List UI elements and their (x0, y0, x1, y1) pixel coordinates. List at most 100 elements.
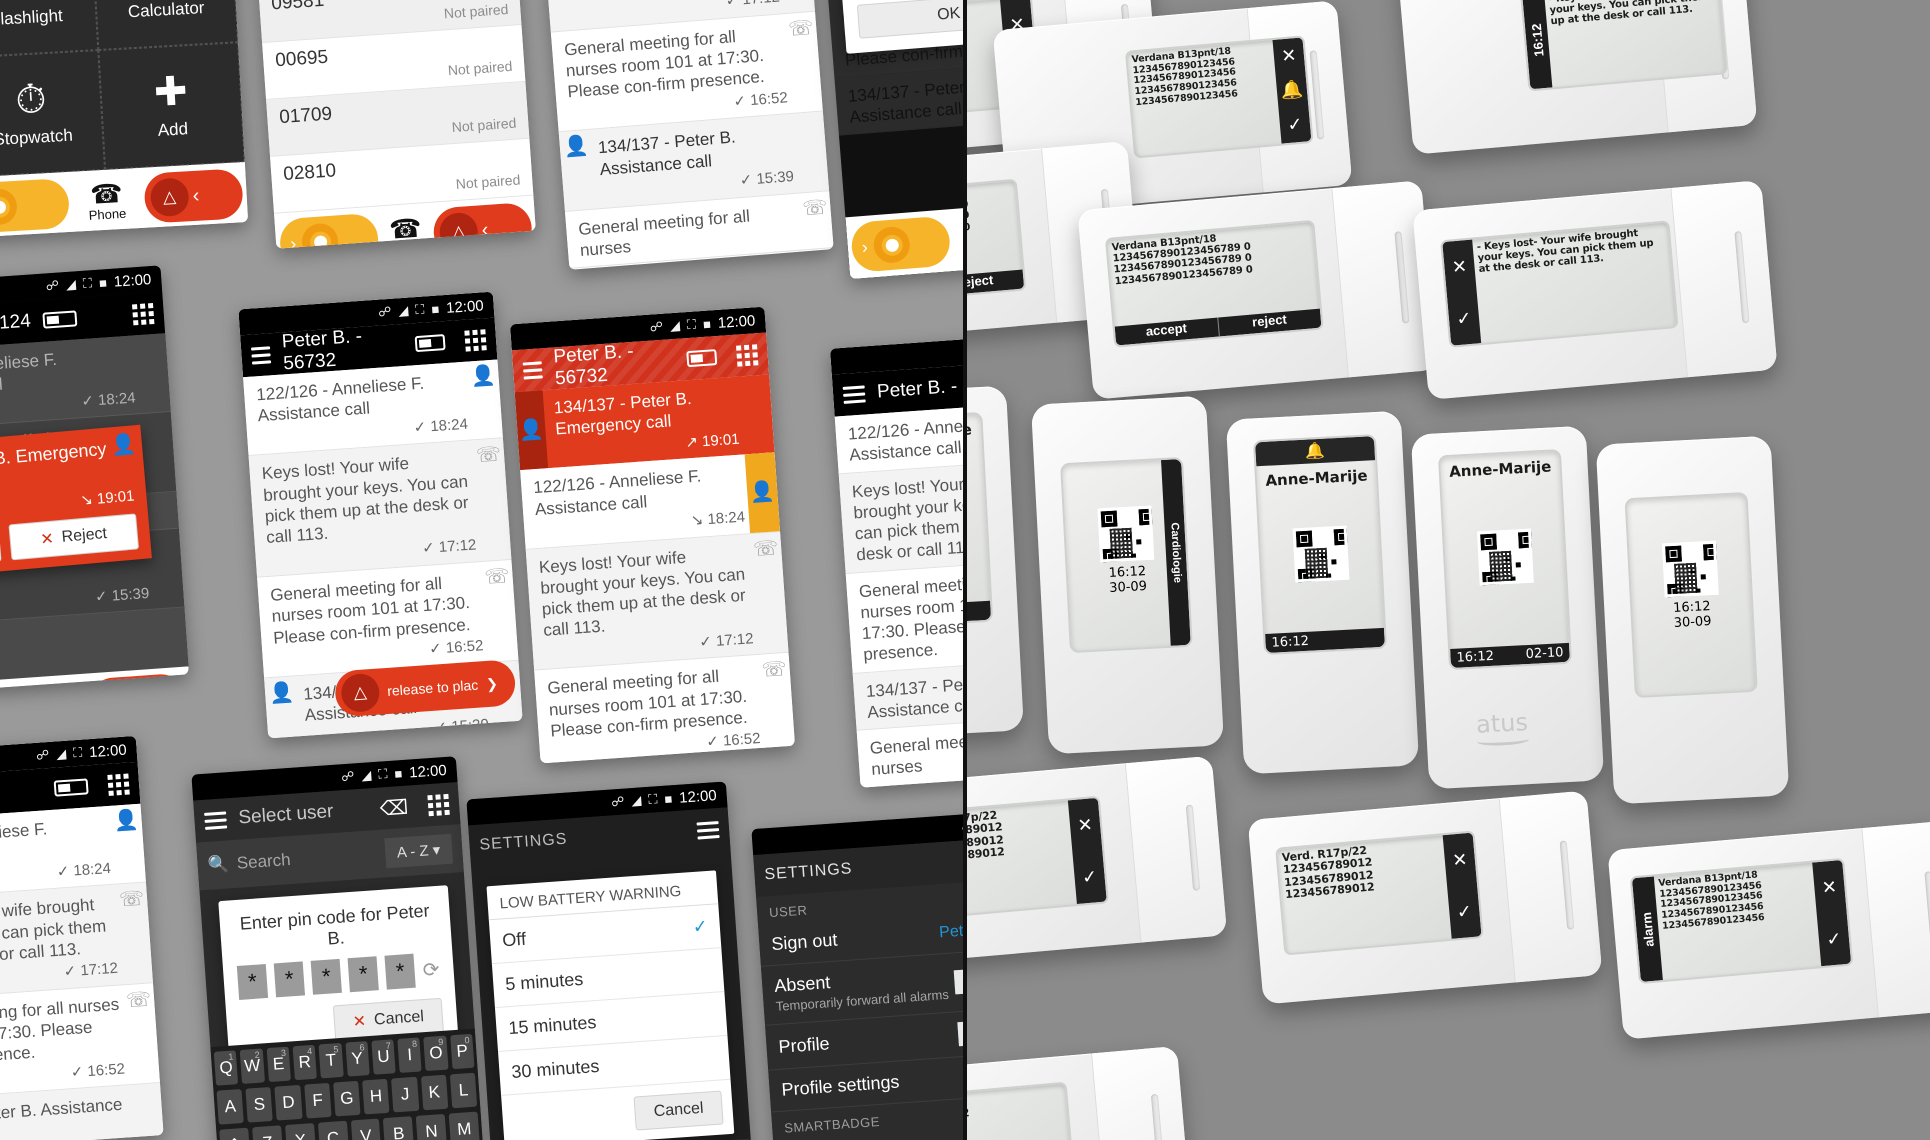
phone-peter-list-screen[interactable]: ☍ ◢ ⛶ ■ 12:00 Peter B. - 56732 122/126 -… (238, 291, 523, 739)
sort-dropdown[interactable]: A - Z ▾ (383, 833, 454, 869)
badge-display[interactable]: 16:12 30-09 (1624, 491, 1758, 699)
pager-display[interactable]: alarm Verdana B13pnt/18 1234567890123456… (1629, 857, 1854, 985)
badge-display[interactable]: Anne-Marije 16:12 02-10 (1437, 448, 1573, 671)
message-item[interactable]: Keys lost! Your wife brought your keys. … (525, 531, 789, 671)
keypad-icon[interactable] (131, 302, 155, 325)
badge-display[interactable]: 🔔 Anne-Marije 16:12 (1252, 433, 1388, 656)
key[interactable]: S (245, 1086, 274, 1123)
assistance-call-button[interactable]: › (278, 212, 380, 249)
key[interactable]: M (448, 1111, 480, 1140)
shift-key[interactable]: ⬆ (219, 1127, 251, 1140)
key[interactable]: F (303, 1082, 332, 1119)
key[interactable]: B (383, 1116, 415, 1140)
key[interactable]: K (420, 1074, 449, 1111)
pin-input[interactable]: * * * * * ⟳ (236, 952, 441, 1000)
check-icon[interactable]: ✓ (1456, 307, 1473, 329)
key[interactable]: A (216, 1088, 245, 1125)
message-item[interactable]: 134/137 - Peter B. Assistance call ✓ 15:… (0, 1083, 164, 1140)
pager-device[interactable]: ✕ ✓ - Keys lost- Your wife brought your … (1412, 180, 1778, 400)
pager-device[interactable]: Verd. R17p/22 123456789012 123456789012 … (1247, 790, 1603, 1005)
accept-button[interactable]: ✓ Accept (0, 525, 2, 573)
bell-icon[interactable]: 🔔 (1280, 79, 1304, 102)
assistance-call-button[interactable] (0, 177, 71, 234)
onscreen-keyboard[interactable]: 1Q 2W 3E 4R 5T 6Y 7U 8I 9O 0P A S D F G (210, 1028, 484, 1140)
assistance-call-button[interactable]: › (865, 787, 965, 788)
key[interactable]: 5T (318, 1042, 344, 1079)
message-item[interactable]: Keys lost! Your wife brought your keys. … (838, 457, 965, 574)
key[interactable]: 7U (371, 1039, 396, 1075)
close-icon[interactable]: ✕ (1281, 45, 1298, 67)
keypad-icon[interactable] (464, 328, 487, 352)
check-icon[interactable]: ✓ (1826, 928, 1843, 950)
badge-off-icon[interactable]: ⌫ (379, 794, 409, 821)
key[interactable]: 2W (240, 1048, 265, 1084)
pager-display[interactable]: Verdana B13pnt/18 1234567890123456789 0 … (1104, 219, 1324, 348)
check-icon[interactable]: ✓ (1456, 901, 1473, 923)
tile-stopwatch[interactable]: ⏱ Stopwatch (0, 50, 106, 178)
pin-digit[interactable]: * (236, 963, 269, 1000)
key[interactable]: 0P (449, 1033, 475, 1070)
key[interactable]: 3E (266, 1046, 291, 1083)
phone-message-list-screen[interactable]: Keys lost! Your wife brought your keys. … (541, 0, 834, 270)
tile-flashlight[interactable]: ☀ Flashlight (0, 0, 99, 58)
menu-icon[interactable] (204, 807, 228, 833)
pager-display[interactable]: Verd. R17p/22 123456789012 123456789012 … (1275, 830, 1484, 956)
key[interactable]: L (449, 1072, 478, 1109)
key[interactable]: 9O (423, 1035, 449, 1072)
key[interactable]: J (391, 1076, 419, 1113)
key[interactable]: 8I (397, 1037, 423, 1073)
pager-device[interactable]: Verdana B13pnt/18 1234567890123456789 0 … (1077, 180, 1438, 400)
close-icon[interactable]: ✕ (1451, 849, 1468, 871)
pin-digit[interactable]: * (310, 958, 343, 995)
pager-display[interactable]: ✕ ✓ - Keys lost- Your wife brought your … (1440, 220, 1679, 348)
badge-display[interactable]: Anne-Marije Cardiologie 16:12 (965, 411, 994, 629)
message-item[interactable]: General meeting for all nurses room 101 … (534, 653, 796, 764)
close-icon[interactable]: ✕ (1821, 876, 1838, 898)
menu-icon[interactable] (842, 381, 866, 407)
smartbadge-device[interactable]: 🔔 Anne-Marije 16:12 (1225, 410, 1420, 775)
reject-button[interactable]: ✕ Reject (8, 513, 140, 561)
phone-select-user-screen[interactable]: ☍ ◢ ⛶ ■ 12:00 Select user ⌫ 🔍 Search A -… (191, 756, 484, 1140)
message-item[interactable]: General meeting for all nurses room 101 … (845, 557, 965, 674)
display-buttons[interactable]: accept reject (965, 269, 1025, 306)
emergency-call-button[interactable]: △ ‹ (432, 201, 534, 249)
pager-device[interactable]: alarm Verdana B13pnt/18 1234567890123456… (1607, 820, 1930, 1040)
phone-apps-screen[interactable]: ☀ Flashlight ⊞ Calculator ⏱ Stopwatch ✚ … (0, 0, 249, 238)
key[interactable]: X (284, 1123, 316, 1140)
keypad-icon[interactable] (427, 793, 450, 816)
phone-internet-dialog-screen[interactable]: Keys lost! Your wife brought your keys. … (820, 0, 965, 280)
reject-button[interactable]: reject (965, 270, 1024, 297)
keypad-icon[interactable] (735, 343, 759, 367)
emergency-call-button[interactable]: △ ‹ (87, 672, 189, 695)
smartbadge-device[interactable]: Anne-Marije 16:12 02-10 atus (1410, 425, 1605, 790)
close-icon[interactable]: ✕ (1451, 256, 1468, 278)
phone-low-battery-settings-screen[interactable]: ☍ ◢ ⛶ ■ 12:00 SETTINGS LOW BATTERY WARNI… (466, 781, 754, 1140)
key[interactable]: C (317, 1120, 349, 1140)
key[interactable]: V (350, 1118, 382, 1140)
message-item[interactable]: General meeting for all nurses room 101 … (257, 559, 519, 679)
badge-display[interactable]: 16:12 30-09 Cardiologie (1060, 456, 1193, 654)
internet-dialog[interactable]: Internet connection required for more in… (836, 0, 965, 54)
pin-digit[interactable]: * (347, 956, 380, 993)
key[interactable]: N (415, 1113, 448, 1140)
phone-button[interactable]: ☎ Phone (87, 177, 126, 222)
tile-add[interactable]: ✚ Add (98, 42, 245, 170)
pager-device[interactable]: Verd. R17p/22 123456789012 (965, 1045, 1192, 1140)
incoming-call-card[interactable]: 👤 134/137 - Peter B. Emergency call ↘ 19… (0, 424, 152, 584)
cancel-button[interactable]: Cancel (633, 1090, 724, 1131)
phone-user-settings-screen[interactable]: ☍ ◢ SETTINGS USER Sign out Peter B. Abse… (751, 811, 965, 1140)
close-icon[interactable]: ✕ (1077, 814, 1094, 836)
menu-icon[interactable] (696, 817, 720, 843)
phone-button[interactable]: ☎ Phone (386, 212, 427, 249)
menu-icon[interactable] (250, 342, 272, 368)
assistance-call-button[interactable]: › (849, 215, 952, 273)
check-icon[interactable]: ✓ (1081, 866, 1098, 888)
phone-peter-list-partial-screen[interactable]: ☍ ◢ 12:00 Peter B. - 56 122/126 - Anneli… (829, 332, 965, 788)
search-input[interactable]: Search (236, 850, 291, 874)
pager-device[interactable]: Verd. R17p/22 123456789012 123456789012 … (965, 755, 1228, 965)
pager-display[interactable]: Verd. R17p/22 123456789012 (965, 1081, 1076, 1140)
pager-display[interactable]: Verdana B13pnt/18 1234567890123456789 0 … (965, 178, 1027, 308)
key[interactable]: 4R (292, 1044, 318, 1081)
pager-display[interactable]: Verd. R17p/22 123456789012 123456789012 … (965, 795, 1109, 921)
pin-digit[interactable]: * (273, 961, 306, 998)
